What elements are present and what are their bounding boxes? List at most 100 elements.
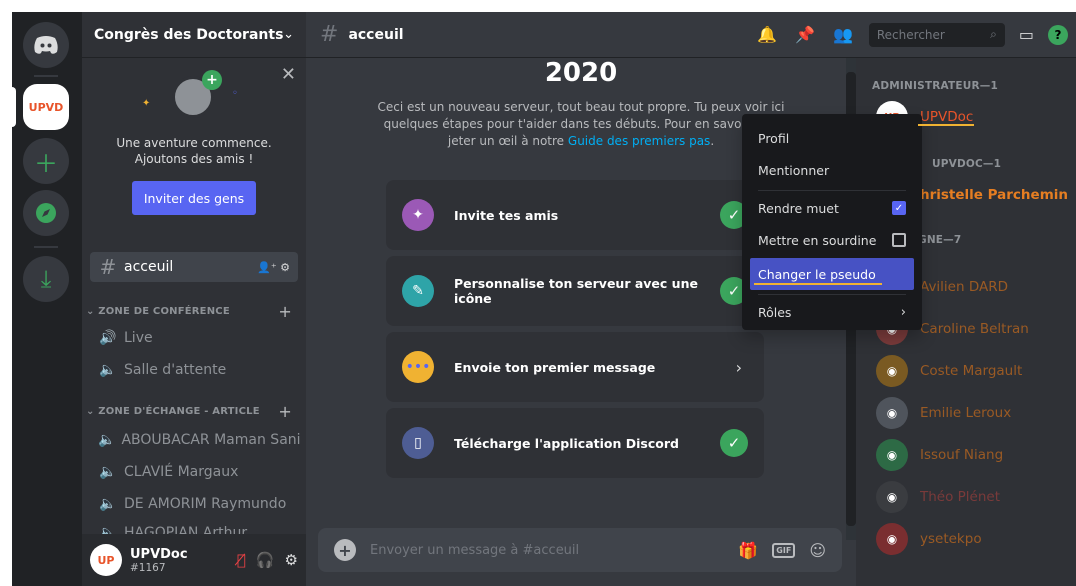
- member-coste[interactable]: ◉ Coste Margault: [864, 350, 1068, 392]
- mute-microphone-icon[interactable]: 🎙̸: [237, 551, 246, 569]
- member-ysetekpo[interactable]: ◉ ysetekpo: [864, 518, 1068, 560]
- member-issouf[interactable]: ◉ Issouf Niang: [864, 434, 1068, 476]
- user-avatar[interactable]: UP: [90, 544, 122, 576]
- member-name: Théo Plénet: [920, 489, 1001, 505]
- member-name: ysetekpo: [920, 531, 982, 547]
- member-name: Coste Margault: [920, 363, 1023, 379]
- channel-aboubacar[interactable]: 🔈 ABOUBACAR Maman Sani: [90, 425, 301, 455]
- add-channel-icon[interactable]: +: [278, 402, 292, 421]
- download-apps-icon[interactable]: ⤓: [23, 256, 69, 302]
- sparkle-icon: ✦: [142, 98, 151, 109]
- menu-item-label: Rendre muet: [758, 200, 839, 216]
- check-icon: ✓: [720, 429, 748, 457]
- category-zone-conference[interactable]: ⌄ ZONE DE CONFÉRENCE +: [86, 302, 302, 321]
- checkbox-checked-icon[interactable]: ✓: [892, 201, 906, 215]
- annotation-underline: [754, 283, 882, 285]
- gif-picker-icon[interactable]: GIF: [772, 542, 796, 558]
- member-list-icon[interactable]: 👥: [833, 25, 853, 44]
- member-emilie[interactable]: ◉ Emilie Leroux: [864, 392, 1068, 434]
- username: UPVDoc: [130, 546, 188, 562]
- topbar-icons: 🔔 📌 👥 Rechercher ⌕ ▭ ?: [739, 22, 1076, 47]
- member-avatar: ◉: [876, 439, 908, 471]
- user-settings-gear-icon[interactable]: ⚙: [285, 551, 298, 569]
- member-avatar: ◉: [876, 523, 908, 555]
- invite-and-settings-icons[interactable]: 👤⁺ ⚙: [257, 261, 290, 274]
- user-names: UPVDoc #1167: [130, 547, 227, 574]
- invite-people-button[interactable]: Inviter des gens: [132, 181, 256, 215]
- channel-topbar: # acceuil 🔔 📌 👥 Rechercher ⌕ ▭ ?: [306, 12, 1076, 58]
- menu-item-label: Changer le pseudo: [758, 266, 876, 282]
- search-placeholder: Rechercher: [876, 27, 945, 42]
- member-name: UPVDoc: [920, 109, 974, 125]
- voice-channel-icon: 🔈: [99, 362, 117, 378]
- add-server-icon[interactable]: ＋: [23, 138, 69, 184]
- menu-item-label: Mentionner: [758, 162, 830, 178]
- text-channel-hash-icon: #: [320, 22, 339, 47]
- gift-icon[interactable]: 🎁: [738, 541, 758, 560]
- guide-link[interactable]: Guide des premiers pas: [568, 134, 710, 148]
- welcome-line-1: Une aventure commence.: [116, 136, 272, 150]
- channel-clavie[interactable]: 🔈 CLAVIÉ Margaux: [90, 457, 298, 487]
- checkbox-unchecked-icon[interactable]: [892, 233, 906, 247]
- chevron-right-icon: ›: [735, 357, 742, 377]
- explore-compass-icon[interactable]: [23, 190, 69, 236]
- member-group-header: GNE—7: [918, 234, 962, 246]
- channel-acceuil[interactable]: # acceuil 👤⁺ ⚙: [90, 252, 298, 282]
- category-zone-echange[interactable]: ⌄ ZONE D'ÉCHANGE - ARTICLE +: [86, 402, 302, 421]
- member-avatar: ◉: [876, 355, 908, 387]
- search-input[interactable]: Rechercher ⌕: [868, 22, 1005, 47]
- pinned-messages-icon[interactable]: 📌: [795, 25, 815, 44]
- active-server-pill: [12, 87, 16, 127]
- add-friend-icon: +: [202, 70, 222, 90]
- menu-item-changer-le-pseudo[interactable]: Changer le pseudo: [750, 258, 914, 290]
- paintbrush-icon: ✎: [402, 275, 434, 307]
- menu-item-mentionner[interactable]: Mentionner: [750, 154, 914, 186]
- stage-channel-icon: 🔊: [99, 330, 117, 346]
- menu-item-label: Profil: [758, 130, 790, 146]
- mobile-phone-icon: ▯: [402, 427, 434, 459]
- checklist-card-personalize[interactable]: ✎ Personnalise ton serveur avec une icôn…: [386, 256, 764, 326]
- close-icon[interactable]: ✕: [281, 64, 296, 85]
- server-rail: UPVD ＋ ⤓: [12, 12, 82, 586]
- notification-bell-icon[interactable]: 🔔: [757, 25, 777, 44]
- category-label: ⌄ ZONE DE CONFÉRENCE: [86, 305, 230, 317]
- member-avatar: ◉: [876, 397, 908, 429]
- add-attachment-icon[interactable]: +: [334, 539, 356, 561]
- server-header[interactable]: Congrès des Doctorants ... ⌄: [82, 12, 306, 58]
- menu-separator: [758, 190, 906, 191]
- menu-item-mettre-en-sourdine[interactable]: Mettre en sourdine: [750, 224, 914, 256]
- member-theo[interactable]: ◉ Théo Plénet: [864, 476, 1068, 518]
- headphones-icon[interactable]: 🎧: [256, 551, 275, 569]
- member-context-menu: Profil Mentionner Rendre muet ✓ Mettre e…: [742, 114, 922, 330]
- inbox-icon[interactable]: ▭: [1019, 25, 1034, 44]
- channel-label: DE AMORIM Raymundo: [124, 496, 287, 512]
- card-label: Télécharge l'application Discord: [454, 435, 679, 451]
- message-input-placeholder: Envoyer un message à #acceuil: [370, 542, 580, 558]
- rail-separator: [34, 75, 58, 77]
- channel-live[interactable]: 🔊 Live: [90, 323, 298, 353]
- home-discord-icon[interactable]: [23, 22, 69, 68]
- help-icon[interactable]: ?: [1048, 24, 1068, 45]
- welcome-line-2: Ajoutons des amis !: [134, 152, 254, 166]
- channel-de-amorim[interactable]: 🔈 DE AMORIM Raymundo: [90, 489, 298, 519]
- card-label: Invite tes amis: [454, 207, 559, 223]
- emoji-icon[interactable]: ☺: [809, 541, 826, 560]
- user-tag: #1167: [130, 561, 166, 574]
- message-bubble-icon: •••: [402, 351, 434, 383]
- sparkle-icon: ◦: [232, 88, 238, 99]
- menu-item-roles[interactable]: Rôles ›: [750, 296, 914, 328]
- channel-salle-attente[interactable]: 🔈 Salle d'attente: [90, 355, 298, 385]
- menu-item-rendre-muet[interactable]: Rendre muet ✓: [750, 192, 914, 224]
- checklist-card-download-app[interactable]: ▯ Télécharge l'application Discord ✓: [386, 408, 764, 478]
- menu-item-profil[interactable]: Profil: [750, 122, 914, 154]
- channel-label: CLAVIÉ Margaux: [124, 464, 239, 480]
- checklist-card-invite[interactable]: ✦ Invite tes amis ✓: [386, 180, 764, 250]
- server-upvd-icon[interactable]: UPVD: [23, 84, 69, 130]
- message-composer[interactable]: + Envoyer un message à #acceuil 🎁 GIF ☺: [318, 528, 842, 572]
- checklist-card-first-message[interactable]: ••• Envoie ton premier message ›: [386, 332, 764, 402]
- rail-separator: [34, 246, 58, 248]
- annotation-underline: [918, 124, 974, 126]
- text-channel-hash-icon: #: [99, 255, 117, 279]
- add-channel-icon[interactable]: +: [278, 302, 292, 321]
- menu-item-label: Rôles: [758, 304, 792, 320]
